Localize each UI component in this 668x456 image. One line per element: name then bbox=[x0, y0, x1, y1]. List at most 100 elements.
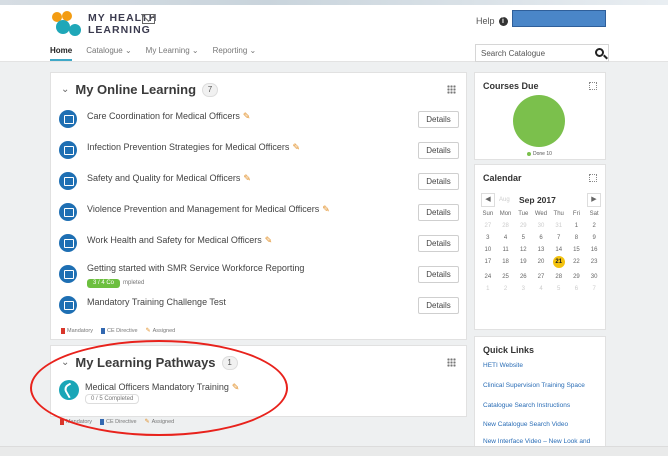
pencil-icon: ✎ bbox=[242, 111, 251, 121]
calendar-day[interactable]: 9 bbox=[585, 235, 603, 241]
calendar-day[interactable]: 2 bbox=[585, 223, 603, 229]
course-row: Work Health and Safety for Medical Offic… bbox=[59, 231, 459, 259]
main-nav: Home Catalogue ⌄ My Learning ⌄ Reporting… bbox=[50, 46, 256, 61]
quick-link[interactable]: New Catalogue Search Video bbox=[483, 420, 603, 429]
calendar-day[interactable]: 26 bbox=[514, 274, 532, 280]
legend-assigned-label: Assigned bbox=[152, 327, 176, 334]
nav-reporting-label: Reporting bbox=[212, 46, 248, 55]
course-title[interactable]: Getting started with SMR Service Workfor… bbox=[87, 263, 304, 273]
calendar-day[interactable]: 27 bbox=[532, 274, 550, 280]
calendar-day[interactable]: 11 bbox=[497, 247, 515, 253]
calendar-day[interactable]: 21 bbox=[552, 256, 565, 268]
expand-icon[interactable] bbox=[589, 174, 597, 182]
calendar-day[interactable]: 8 bbox=[568, 235, 586, 241]
course-row: Safety and Quality for Medical Officers ✎… bbox=[59, 169, 459, 197]
mail-icon[interactable] bbox=[142, 14, 155, 24]
nav-catalogue[interactable]: Catalogue ⌄ bbox=[86, 46, 131, 61]
calendar-day[interactable]: 30 bbox=[585, 274, 603, 280]
grid-view-icon[interactable] bbox=[447, 85, 456, 94]
course-title-text: Infection Prevention Strategies for Medi… bbox=[87, 142, 290, 152]
quick-link[interactable]: Catalogue Search Instructions bbox=[483, 401, 603, 410]
details-button[interactable]: Details bbox=[418, 142, 459, 159]
calendar-day[interactable]: 31 bbox=[550, 223, 568, 229]
calendar-grid: Sun Mon Tue Wed Thu Fri Sat 27 28 29 30 31 1 2 3 4 5 6 7 8 9… bbox=[479, 211, 603, 292]
calendar-day[interactable]: 3 bbox=[514, 286, 532, 292]
calendar-prev-month: Aug bbox=[499, 197, 510, 203]
details-button[interactable]: Details bbox=[418, 173, 459, 190]
calendar-day[interactable]: 18 bbox=[497, 259, 515, 268]
calendar-day[interactable]: 17 bbox=[479, 259, 497, 268]
legend-dot bbox=[527, 152, 531, 156]
courses-due-panel: Courses Due Done 10 bbox=[474, 72, 606, 160]
details-button[interactable]: Details bbox=[418, 266, 459, 283]
calendar-day[interactable]: 6 bbox=[532, 235, 550, 241]
course-title[interactable]: Safety and Quality for Medical Officers ✎ bbox=[87, 173, 251, 184]
calendar-day[interactable]: 27 bbox=[479, 223, 497, 229]
details-button[interactable]: Details bbox=[418, 235, 459, 252]
online-learning-header[interactable]: ⌄ My Online Learning 7 bbox=[61, 82, 219, 97]
quick-link[interactable]: Clinical Supervision Training Space bbox=[483, 381, 603, 390]
user-name-box[interactable] bbox=[512, 10, 606, 27]
calendar-day[interactable]: 1 bbox=[568, 223, 586, 229]
course-row: Infection Prevention Strategies for Medi… bbox=[59, 138, 459, 166]
calendar-day[interactable]: 25 bbox=[497, 274, 515, 280]
course-title[interactable]: Mandatory Training Challenge Test bbox=[87, 297, 226, 307]
calendar-day[interactable]: 10 bbox=[479, 247, 497, 253]
calendar-day[interactable]: 28 bbox=[497, 223, 515, 229]
calendar-day[interactable]: 6 bbox=[568, 286, 586, 292]
quick-links-panel: Quick Links HETI Website Clinical Superv… bbox=[474, 336, 606, 454]
top-stripe bbox=[0, 0, 668, 5]
calendar-day[interactable]: 24 bbox=[479, 274, 497, 280]
calendar-day[interactable]: 22 bbox=[568, 259, 586, 268]
course-title[interactable]: Work Health and Safety for Medical Offic… bbox=[87, 235, 272, 246]
calendar-month: Sep 2017 bbox=[519, 195, 556, 205]
calendar-day[interactable]: 2 bbox=[497, 286, 515, 292]
nav-home[interactable]: Home bbox=[50, 46, 73, 61]
course-type-icon bbox=[59, 265, 77, 283]
calendar-day[interactable]: 5 bbox=[550, 286, 568, 292]
details-button[interactable]: Details bbox=[418, 204, 459, 221]
course-row: Care Coordination for Medical Officers ✎ … bbox=[59, 107, 459, 135]
calendar-day[interactable]: 23 bbox=[585, 259, 603, 268]
calendar-day[interactable]: 16 bbox=[585, 247, 603, 253]
calendar-day[interactable]: 19 bbox=[514, 259, 532, 268]
calendar-day-header: Wed bbox=[534, 211, 548, 217]
search-input[interactable]: Search Catalogue bbox=[475, 44, 609, 62]
course-title[interactable]: Violence Prevention and Management for M… bbox=[87, 204, 330, 215]
calendar-day[interactable]: 29 bbox=[514, 223, 532, 229]
search-icon[interactable] bbox=[595, 48, 604, 57]
bottom-bar bbox=[0, 446, 668, 456]
calendar-day[interactable]: 1 bbox=[479, 286, 497, 292]
calendar-day[interactable]: 7 bbox=[585, 286, 603, 292]
calendar-day[interactable]: 30 bbox=[532, 223, 550, 229]
expand-icon[interactable] bbox=[589, 82, 597, 90]
nav-my-learning[interactable]: My Learning ⌄ bbox=[146, 46, 199, 61]
course-title[interactable]: Care Coordination for Medical Officers ✎ bbox=[87, 111, 250, 122]
calendar-day[interactable]: 12 bbox=[514, 247, 532, 253]
calendar-next-button[interactable]: ▶ bbox=[587, 193, 601, 207]
calendar-day[interactable]: 29 bbox=[568, 274, 586, 280]
calendar-day[interactable]: 20 bbox=[532, 259, 550, 268]
calendar-day[interactable]: 4 bbox=[532, 286, 550, 292]
calendar-day[interactable]: 5 bbox=[514, 235, 532, 241]
quick-link[interactable]: HETI Website bbox=[483, 361, 603, 370]
calendar-day[interactable]: 15 bbox=[568, 247, 586, 253]
online-learning-title: My Online Learning bbox=[75, 82, 197, 97]
help-label: Help bbox=[476, 16, 495, 26]
help-link[interactable]: Help i bbox=[476, 16, 508, 26]
courses-due-chart[interactable] bbox=[513, 95, 565, 147]
calendar-day[interactable]: 14 bbox=[550, 247, 568, 253]
nav-reporting[interactable]: Reporting ⌄ bbox=[213, 46, 257, 61]
course-row: Mandatory Training Challenge Test Detail… bbox=[59, 293, 459, 321]
calendar-day-header: Sun bbox=[482, 211, 494, 217]
calendar-day[interactable]: 3 bbox=[479, 235, 497, 241]
details-button[interactable]: Details bbox=[418, 111, 459, 128]
calendar-prev-button[interactable]: ◀ bbox=[481, 193, 495, 207]
course-title[interactable]: Infection Prevention Strategies for Medi… bbox=[87, 142, 300, 153]
calendar-day[interactable]: 13 bbox=[532, 247, 550, 253]
calendar-day[interactable]: 28 bbox=[550, 274, 568, 280]
details-button[interactable]: Details bbox=[418, 297, 459, 314]
calendar-day[interactable]: 4 bbox=[497, 235, 515, 241]
grid-view-icon[interactable] bbox=[447, 358, 456, 367]
calendar-day[interactable]: 7 bbox=[550, 235, 568, 241]
